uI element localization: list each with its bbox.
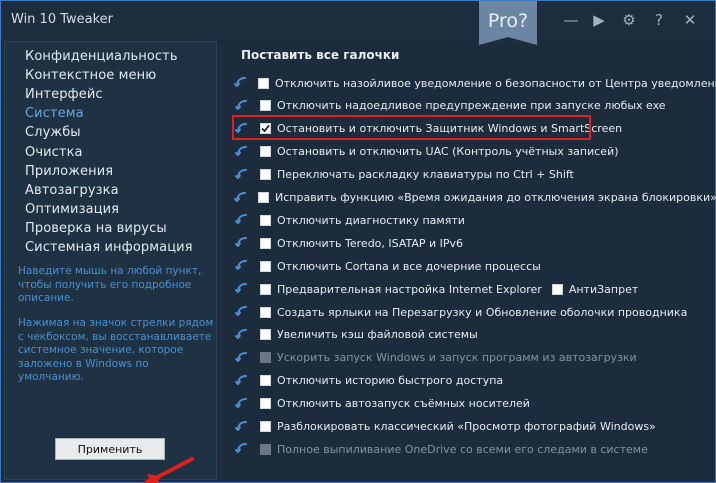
option-label[interactable]: Отключить автозапуск съёмных носителей <box>277 397 530 410</box>
option-checkbox[interactable] <box>260 283 271 295</box>
sidebar-item[interactable]: Интерфейс <box>25 87 103 102</box>
option-checkbox[interactable] <box>258 77 269 89</box>
option-label[interactable]: Отключить Cortana и все дочерние процесс… <box>277 260 541 273</box>
option-checkbox[interactable] <box>260 237 271 249</box>
sidebar-item[interactable]: Контекстное меню <box>25 68 156 83</box>
option-row: Предварительная настройка Internet Explo… <box>233 279 709 299</box>
option-row: Отключить Cortana и все дочерние процесс… <box>233 256 709 276</box>
restore-default-icon[interactable] <box>233 372 251 390</box>
option-row: Отключить автозапуск съёмных носителей <box>233 394 709 414</box>
restore-default-icon[interactable] <box>233 418 251 436</box>
option-label[interactable]: Отключить Teredo, ISATAP и IPv6 <box>277 237 463 250</box>
option-checkbox[interactable] <box>260 398 271 410</box>
restore-default-icon[interactable] <box>233 143 251 161</box>
sidebar-item[interactable]: Приложения <box>25 164 113 179</box>
app-window: Win 10 Tweaker Pro? — ▶ ⚙ ? ✕ Конфиденци… <box>0 0 716 483</box>
option-checkbox <box>260 352 271 364</box>
restore-default-icon[interactable] <box>233 440 251 458</box>
option-label[interactable]: Увеличить кэш файловой системы <box>277 328 478 341</box>
options-panel: Поставить все галочки Отключить назойлив… <box>223 41 716 481</box>
option-row: Отключить диагностику памяти <box>233 210 709 230</box>
restore-default-icon[interactable] <box>233 211 251 229</box>
restore-default-icon[interactable] <box>233 234 251 252</box>
option-checkbox <box>260 443 271 455</box>
option-checkbox[interactable] <box>260 329 271 341</box>
option-label[interactable]: Разблокировать классический «Просмотр фо… <box>277 420 656 433</box>
restore-default-icon[interactable] <box>233 326 251 344</box>
option-checkbox[interactable] <box>260 100 271 112</box>
option-checkbox[interactable] <box>260 375 271 387</box>
hint-hover-text: Наведите мышь на любой пункт, чтобы полу… <box>18 265 202 304</box>
close-icon[interactable]: ✕ <box>680 10 700 30</box>
option-checkbox[interactable] <box>260 146 271 158</box>
restore-default-icon[interactable] <box>233 349 251 367</box>
restore-default-icon[interactable] <box>233 74 249 92</box>
option-label[interactable]: Исправить функцию «Время ожидания до отк… <box>275 191 716 204</box>
red-arrow-annotation <box>142 457 194 483</box>
option-row: Создать ярлыки на Перезагрузку и Обновле… <box>233 302 709 322</box>
sidebar-item[interactable]: Проверка на вирусы <box>25 221 167 236</box>
option-label[interactable]: Отключить историю быстрого доступа <box>277 374 503 387</box>
option-label[interactable]: Отключить диагностику памяти <box>277 214 465 227</box>
option-label[interactable]: Отключить назойливое уведомление о безоп… <box>275 77 716 90</box>
restore-default-icon[interactable] <box>233 166 251 184</box>
sidebar-item[interactable]: Службы <box>25 125 81 140</box>
option-label[interactable]: Ускорить запуск Windows и запуск програм… <box>277 351 637 364</box>
restore-default-icon[interactable] <box>233 303 251 321</box>
option-row: Отключить назойливое уведомление о безоп… <box>233 73 716 93</box>
option-row: Увеличить кэш файловой системы <box>233 325 709 345</box>
option-row: Ускорить запуск Windows и запуск програм… <box>233 348 709 368</box>
help-icon[interactable]: ? <box>649 10 669 30</box>
option-checkbox[interactable] <box>260 169 271 181</box>
play-icon[interactable]: ▶ <box>589 10 609 30</box>
option-row: Отключить историю быстрого доступа <box>233 371 709 391</box>
sidebar-item[interactable]: Конфиденциальность <box>25 49 178 64</box>
hint-restore-text: Нажимая на значок стрелки рядом с чекбок… <box>18 317 214 383</box>
pro-badge[interactable]: Pro? <box>479 1 537 45</box>
option-row: Переключать раскладку клавиатуры по Ctrl… <box>233 165 709 185</box>
option-label[interactable]: Полное выпиливание OneDrive со всеми его… <box>277 443 648 456</box>
option-label[interactable]: Отключить надоедливое предупреждение при… <box>277 99 666 112</box>
check-all-link[interactable]: Поставить все галочки <box>241 48 399 62</box>
title-bar[interactable]: Win 10 Tweaker Pro? — ▶ ⚙ ? ✕ <box>1 1 715 45</box>
option-label[interactable]: Создать ярлыки на Перезагрузку и Обновле… <box>277 306 687 319</box>
option-label[interactable]: Переключать раскладку клавиатуры по Ctrl… <box>277 168 574 181</box>
option-label[interactable]: Остановить и отключить UAC (Контроль учё… <box>277 145 619 158</box>
sidebar-item[interactable]: Очистка <box>25 145 83 160</box>
option-label[interactable]: Предварительная настройка Internet Explo… <box>277 283 542 296</box>
restore-default-icon[interactable] <box>233 257 251 275</box>
restore-default-icon[interactable] <box>233 97 251 115</box>
option-checkbox[interactable] <box>260 260 271 272</box>
restore-default-icon[interactable] <box>233 189 249 207</box>
window-title: Win 10 Tweaker <box>11 12 114 27</box>
option-checkbox[interactable] <box>258 192 269 203</box>
restore-default-icon[interactable] <box>233 395 251 413</box>
highlight-annotation <box>232 115 591 140</box>
antizapret-label[interactable]: АнтиЗапрет <box>569 283 638 296</box>
option-row: Исправить функцию «Время ожидания до отк… <box>233 188 716 208</box>
option-row: Отключить надоедливое предупреждение при… <box>233 96 709 116</box>
option-row: Отключить Teredo, ISATAP и IPv6 <box>233 233 709 253</box>
option-row: Полное выпиливание OneDrive со всеми его… <box>233 439 709 459</box>
sidebar: Конфиденциальность Контекстное меню Интерф… <box>4 41 217 483</box>
antizapret-checkbox[interactable] <box>551 283 563 295</box>
minimize-icon[interactable]: — <box>561 10 581 30</box>
restore-default-icon[interactable] <box>233 280 251 298</box>
gear-icon[interactable]: ⚙ <box>619 10 639 30</box>
option-checkbox[interactable] <box>260 214 271 226</box>
option-row: Остановить и отключить UAC (Контроль учё… <box>233 142 709 162</box>
sidebar-item[interactable]: Системная информация <box>25 240 193 255</box>
option-checkbox[interactable] <box>260 306 271 318</box>
sidebar-item[interactable]: Оптимизация <box>25 202 119 217</box>
sidebar-item[interactable]: Автозагрузка <box>25 183 119 198</box>
sidebar-item[interactable]: Система <box>25 106 84 121</box>
option-checkbox[interactable] <box>260 421 271 432</box>
option-row: Разблокировать классический «Просмотр фо… <box>233 417 709 437</box>
